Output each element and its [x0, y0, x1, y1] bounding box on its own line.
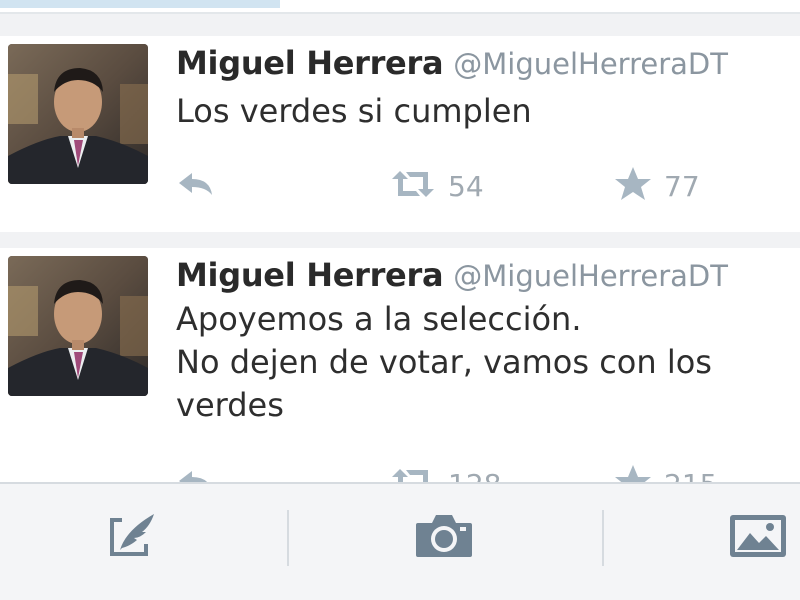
- tweet-header: Miguel Herrera @MiguelHerreraDT: [176, 256, 728, 294]
- toolbar-divider: [287, 510, 289, 566]
- loading-progress-bar: [0, 0, 800, 14]
- tweet-actions: 54 77: [176, 162, 736, 210]
- camera-icon: [414, 511, 474, 565]
- camera-button[interactable]: [412, 506, 476, 570]
- avatar[interactable]: [8, 256, 148, 396]
- avatar[interactable]: [8, 44, 148, 184]
- user-name[interactable]: Miguel Herrera: [176, 44, 444, 82]
- timeline[interactable]: Miguel Herrera @MiguelHerreraDT Los verde…: [0, 14, 800, 482]
- favorite-button[interactable]: 77: [614, 162, 700, 210]
- user-handle[interactable]: @MiguelHerreraDT: [453, 259, 728, 293]
- retweet-button[interactable]: 128: [390, 460, 501, 482]
- compose-button[interactable]: [100, 506, 164, 570]
- reply-icon: [176, 169, 216, 203]
- tweet-actions: 128 215: [176, 460, 736, 482]
- reply-icon: [176, 467, 216, 482]
- user-name[interactable]: Miguel Herrera: [176, 256, 444, 294]
- favorite-count: 77: [664, 169, 700, 203]
- retweet-count: 54: [448, 169, 484, 203]
- retweet-icon: [390, 169, 436, 203]
- photo-icon: [728, 511, 788, 565]
- reply-button[interactable]: [176, 162, 216, 210]
- retweet-icon: [390, 467, 436, 482]
- retweet-count: 128: [448, 468, 501, 483]
- reply-button[interactable]: [176, 460, 216, 482]
- star-icon: [614, 166, 652, 206]
- tweet-text: Apoyemos a la selección. No dejen de vot…: [176, 300, 712, 424]
- tweet-header: Miguel Herrera @MiguelHerreraDT: [176, 44, 728, 82]
- loading-progress-fill: [0, 0, 280, 8]
- star-icon: [614, 464, 652, 482]
- tweet[interactable]: Miguel Herrera @MiguelHerreraDT Apoyemos …: [0, 248, 800, 482]
- toolbar-divider: [602, 510, 604, 566]
- user-handle[interactable]: @MiguelHerreraDT: [453, 47, 728, 81]
- compose-icon: [104, 508, 160, 568]
- retweet-button[interactable]: 54: [390, 162, 484, 210]
- tweet-text: Los verdes si cumplen: [176, 92, 532, 130]
- tweet[interactable]: Miguel Herrera @MiguelHerreraDT Los verde…: [0, 36, 800, 232]
- photo-button[interactable]: [726, 506, 790, 570]
- favorite-count: 215: [664, 468, 717, 483]
- favorite-button[interactable]: 215: [614, 460, 717, 482]
- bottom-toolbar: [0, 482, 800, 600]
- twitter-timeline-screen: Miguel Herrera @MiguelHerreraDT Los verde…: [0, 0, 800, 600]
